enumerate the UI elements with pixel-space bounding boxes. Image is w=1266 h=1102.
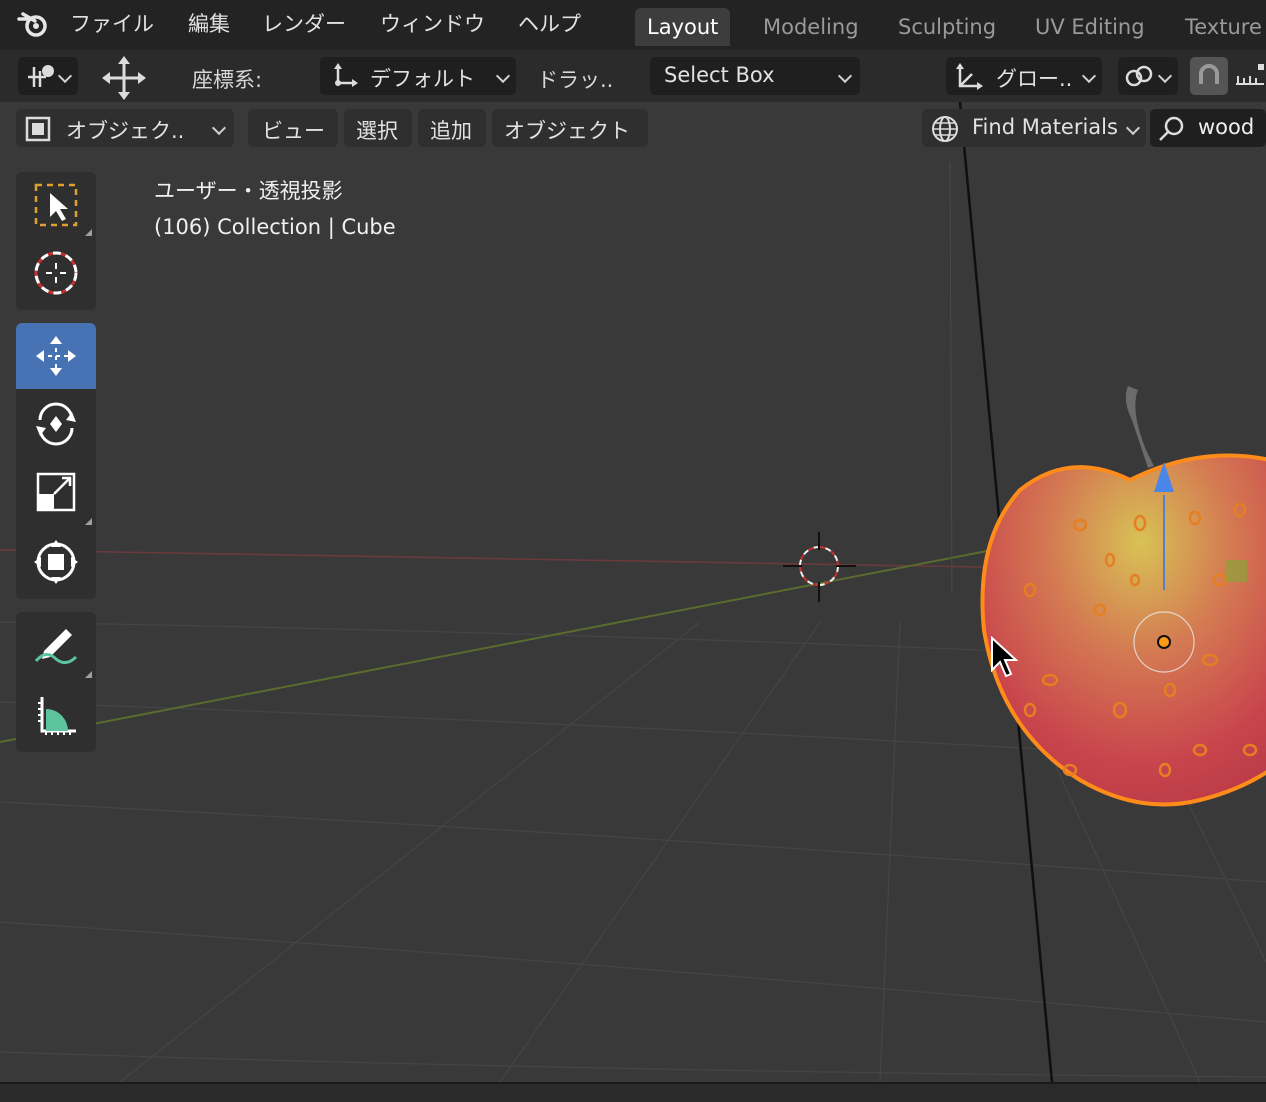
tool-measure[interactable] [16, 682, 96, 752]
view-label: ビュー [262, 115, 325, 145]
apple-stem [1126, 386, 1154, 468]
menu-object[interactable]: オブジェクト [492, 109, 648, 147]
tool-more-icon [85, 671, 92, 678]
menu-render[interactable]: レンダー [262, 8, 346, 38]
move-gizmo-icon[interactable] [100, 54, 148, 102]
annotate-tool-icon [32, 621, 80, 669]
search-icon [1156, 114, 1186, 144]
transform-orientation-value: グロー.. [996, 63, 1072, 93]
chevron-down-icon [212, 121, 226, 135]
asset-search-input[interactable]: wood [1150, 109, 1266, 147]
3d-cursor-icon[interactable] [783, 532, 856, 602]
tool-move[interactable] [16, 323, 96, 389]
tool-cursor[interactable] [16, 240, 96, 310]
snap-toggle-button[interactable] [1190, 57, 1228, 95]
add-label: 追加 [430, 115, 472, 145]
globe-icon [930, 114, 960, 144]
pivot-dropdown[interactable] [18, 57, 78, 95]
snap-target-dropdown[interactable] [1118, 57, 1178, 95]
tab-layout[interactable]: Layout [635, 8, 730, 46]
menu-help[interactable]: ヘルプ [518, 8, 581, 38]
chevron-down-icon [838, 69, 852, 83]
drag-dropdown[interactable]: Select Box [650, 57, 860, 95]
mouse-cursor-icon [990, 636, 1018, 678]
chevron-down-icon [1082, 69, 1096, 83]
orientation-label: 座標系: [192, 64, 262, 94]
tab-uv-editing[interactable]: UV Editing [1023, 8, 1157, 46]
search-value: wood [1198, 115, 1254, 139]
object-origin-icon [1158, 636, 1170, 648]
transform-tool-icon [32, 538, 80, 586]
chevron-down-icon [496, 69, 510, 83]
tool-more-icon [85, 518, 92, 525]
tool-select-box[interactable] [16, 172, 96, 240]
menu-add[interactable]: 追加 [418, 109, 486, 147]
blender-logo-icon[interactable] [16, 9, 50, 39]
chevron-down-icon [1126, 121, 1140, 135]
status-bar [0, 1082, 1266, 1102]
light-gizmo [1225, 560, 1247, 582]
move-tool-icon [32, 332, 80, 380]
select-label: 選択 [356, 115, 398, 145]
chevron-down-icon [1158, 69, 1172, 83]
drag-label: ドラッ.. [537, 64, 613, 94]
menu-edit[interactable]: 編集 [188, 8, 230, 38]
view-name: ユーザー・透視投影 [154, 175, 343, 205]
snap-increment-icon[interactable] [1234, 62, 1266, 92]
select-box-icon [32, 181, 80, 229]
drag-value: Select Box [664, 63, 775, 87]
tool-scale[interactable] [16, 459, 96, 529]
tool-rotate[interactable] [16, 389, 96, 459]
cursor-tool-icon [32, 249, 80, 297]
measure-tool-icon [32, 691, 80, 739]
orientation-dropdown[interactable]: デフォルト [320, 57, 516, 95]
global-axes-icon [954, 62, 984, 92]
collection-info: (106) Collection | Cube [154, 215, 396, 239]
pivot-icon [26, 63, 56, 89]
orientation-value: デフォルト [370, 63, 475, 93]
tool-more-icon [85, 229, 92, 236]
object-label: オブジェクト [504, 115, 630, 145]
mode-value: オブジェク.. [66, 115, 184, 145]
top-menu-bar: ファイル 編集 レンダー ウィンドウ ヘルプ Layout Modeling S… [0, 0, 1266, 50]
rotate-tool-icon [32, 398, 80, 446]
scale-tool-icon [32, 468, 80, 516]
transform-orientation-dropdown[interactable]: グロー.. [946, 57, 1102, 95]
tool-transform[interactable] [16, 529, 96, 599]
camera-line [950, 162, 952, 592]
tool-annotate[interactable] [16, 612, 96, 682]
mode-dropdown[interactable]: オブジェク.. [16, 109, 234, 147]
asset-library-dropdown[interactable]: Find Materials [922, 109, 1146, 147]
object-mode-icon [24, 115, 52, 143]
menu-window[interactable]: ウィンドウ [380, 8, 485, 38]
tab-texture[interactable]: Texture [1173, 8, 1266, 46]
chevron-down-icon [58, 69, 72, 83]
tab-modeling[interactable]: Modeling [751, 8, 871, 46]
menu-file[interactable]: ファイル [70, 8, 154, 38]
menu-view[interactable]: ビュー [248, 109, 338, 147]
menu-select[interactable]: 選択 [344, 109, 412, 147]
asset-library-value: Find Materials [972, 115, 1118, 139]
tab-sculpting[interactable]: Sculpting [886, 8, 1008, 46]
magnet-icon [1195, 62, 1223, 90]
link-icon [1124, 63, 1154, 89]
orientation-axes-icon [330, 63, 358, 91]
apple-object[interactable] [970, 380, 1266, 820]
apple-body [983, 456, 1266, 805]
